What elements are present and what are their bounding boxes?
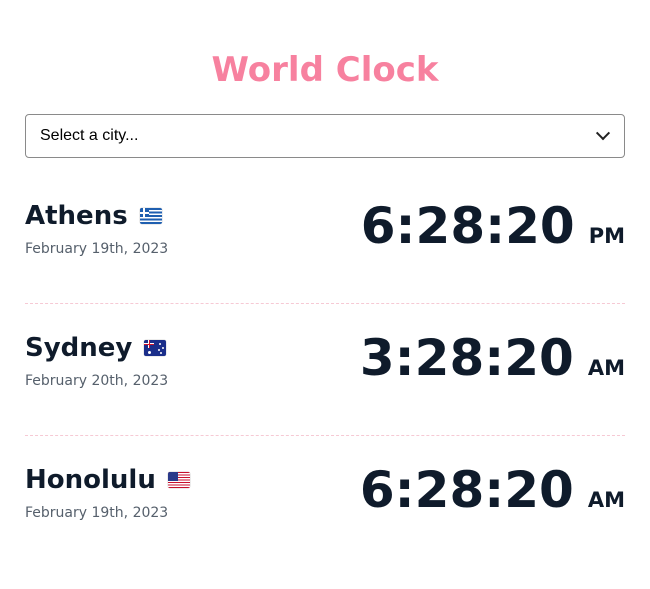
greece-flag-icon <box>139 208 162 224</box>
city-clock-row: Sydney February 20th, 2023 3:28:20 AM <box>25 304 625 436</box>
city-name-text: Sydney <box>25 333 133 363</box>
united-states-flag-icon <box>167 472 190 488</box>
city-clock-list: Athens February 19th, 2023 6:28:20 PM Sy… <box>25 172 625 568</box>
chevron-down-icon <box>595 126 611 141</box>
city-time: 6:28:20 PM <box>361 198 625 254</box>
city-info: Sydney February 20th, 2023 <box>25 332 168 390</box>
city-time: 3:28:20 AM <box>360 330 625 386</box>
time-value: 6:28:20 <box>359 461 574 519</box>
ampm-label: PM <box>588 224 625 248</box>
city-date: February 19th, 2023 <box>25 241 169 257</box>
city-date: February 20th, 2023 <box>25 373 169 389</box>
ampm-label: AM <box>587 488 625 512</box>
page-title: World Clock <box>211 50 439 90</box>
time-value: 3:28:20 <box>359 329 574 387</box>
city-name-text: Honolulu <box>25 465 156 495</box>
city-select-wrapper: Select a city... <box>25 114 625 158</box>
city-select-dropdown[interactable]: Select a city... <box>25 114 625 158</box>
city-date: February 19th, 2023 <box>25 505 169 521</box>
ampm-label: AM <box>587 356 625 380</box>
city-info: Honolulu February 19th, 2023 <box>25 464 190 522</box>
australia-flag-icon <box>144 340 167 356</box>
city-time: 6:28:20 AM <box>360 462 625 518</box>
city-name: Sydney <box>25 332 168 364</box>
time-value: 6:28:20 <box>360 197 575 255</box>
city-name: Honolulu <box>25 464 190 496</box>
city-name: Athens <box>25 200 168 232</box>
world-clock-app: World Clock Select a city... Athens Febr… <box>25 0 625 568</box>
city-clock-row: Honolulu February 19th, 2023 6:28:20 AM <box>25 436 625 568</box>
city-select-value: Select a city... <box>40 127 139 144</box>
city-clock-row: Athens February 19th, 2023 6:28:20 PM <box>25 172 625 304</box>
city-info: Athens February 19th, 2023 <box>25 200 168 258</box>
city-name-text: Athens <box>25 201 128 231</box>
